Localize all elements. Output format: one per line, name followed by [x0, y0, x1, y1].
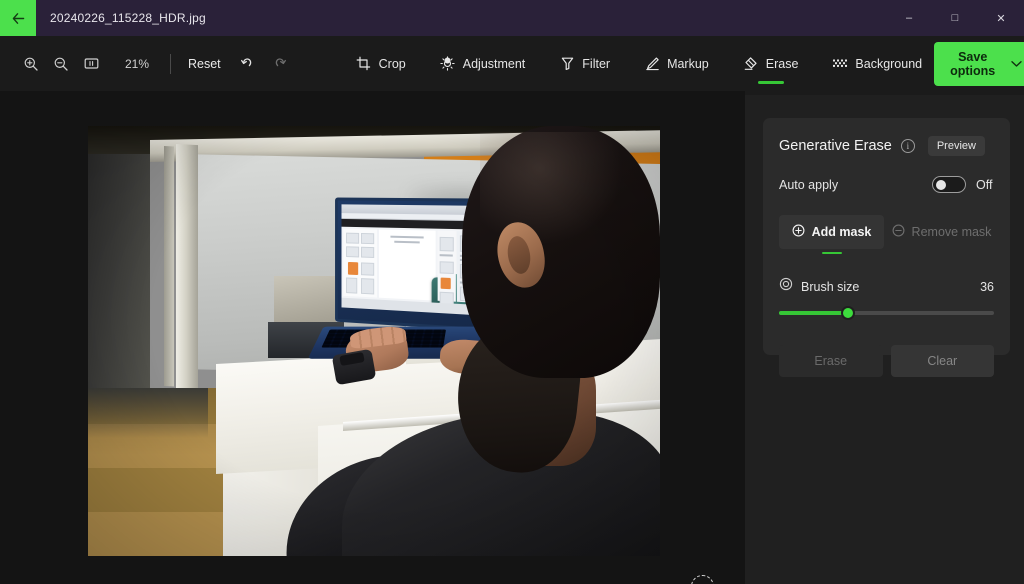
- auto-apply-row: Auto apply Off: [779, 176, 994, 193]
- remove-mask-label: Remove mask: [911, 225, 992, 239]
- save-options-button[interactable]: Save options: [934, 41, 1024, 86]
- info-icon[interactable]: i: [900, 139, 915, 153]
- mask-mode-buttons: Add mask Remove mask: [779, 215, 994, 249]
- tool-tab-label: Adjustment: [462, 56, 526, 71]
- tool-tab-markup[interactable]: Markup: [632, 49, 721, 79]
- zoom-in-button[interactable]: [16, 49, 46, 79]
- toolbar-divider: [170, 53, 171, 74]
- tool-tab-label: Filter: [582, 56, 611, 71]
- panel-title: Generative Erase: [779, 138, 892, 154]
- fit-to-window-button[interactable]: [76, 49, 106, 79]
- erase-button[interactable]: Erase: [779, 345, 883, 377]
- tool-tab-label: Markup: [667, 56, 709, 71]
- filter-icon: [559, 56, 575, 72]
- brush-size-label-wrap: Brush size: [779, 277, 859, 296]
- eraser-icon: [743, 56, 759, 72]
- tool-tab-label: Crop: [378, 56, 406, 71]
- panel-header: Generative Erase i Preview: [779, 136, 994, 156]
- brush-size-value: 36: [980, 279, 994, 294]
- undo-button[interactable]: [234, 50, 262, 78]
- generative-erase-panel: Generative Erase i Preview Auto apply Of…: [745, 95, 1024, 584]
- tool-tab-crop[interactable]: Crop: [344, 49, 418, 79]
- add-mask-label: Add mask: [811, 225, 872, 239]
- tool-tab-adjustment[interactable]: Adjustment: [428, 49, 538, 79]
- zoom-level-label: 21%: [124, 56, 150, 71]
- photo-site-left-column: [343, 228, 378, 298]
- auto-apply-state: Off: [976, 177, 993, 192]
- photo-wall-left: [88, 126, 150, 426]
- tool-tab-label: Background: [855, 56, 923, 71]
- photo-image[interactable]: [88, 126, 660, 556]
- background-icon: [832, 56, 848, 72]
- minus-circle-icon: [892, 224, 905, 240]
- save-options-label: Save options: [950, 49, 996, 78]
- auto-apply-label: Auto apply: [779, 177, 839, 192]
- tool-tab-background[interactable]: Background: [820, 49, 934, 79]
- brightness-icon: [440, 56, 456, 72]
- tool-tabs: Crop Adjustment Filter Markup Erase Back…: [344, 49, 934, 79]
- editor-toolbar: 21% Reset Crop Adjustment Filter Markup …: [0, 36, 1024, 91]
- crop-icon: [356, 56, 372, 72]
- fit-to-window-icon: [84, 58, 98, 69]
- photo-site-product-area: [378, 229, 467, 315]
- brush-cursor-icon: [691, 575, 714, 584]
- auto-apply-control: Off: [932, 176, 994, 193]
- title-bar: 20240226_115228_HDR.jpg – □ ✕: [0, 0, 1024, 36]
- plus-circle-icon: [792, 224, 805, 240]
- toggle-knob: [935, 179, 946, 190]
- brush-size-label: Brush size: [801, 279, 860, 294]
- redo-icon: [275, 58, 287, 67]
- brush-size-row: Brush size 36: [779, 277, 994, 296]
- photo-partition-edge-back: [164, 146, 174, 387]
- reset-button[interactable]: Reset: [179, 52, 230, 76]
- photo-site-mid-column: [437, 230, 456, 305]
- zoom-out-icon: [54, 57, 68, 71]
- maximize-button[interactable]: □: [932, 0, 978, 36]
- pen-icon: [644, 56, 660, 72]
- photo-site-navbar: [341, 218, 471, 230]
- window-controls: – □ ✕: [886, 0, 1024, 36]
- back-button[interactable]: [0, 0, 36, 36]
- photo-laptop-display: [341, 204, 471, 315]
- minimize-button[interactable]: –: [886, 0, 932, 36]
- toolbar-actions: Save options Cancel: [934, 41, 1024, 86]
- photo-partition-edge: [176, 144, 198, 396]
- brush-target-icon: [779, 277, 793, 296]
- zoom-in-icon: [24, 57, 38, 71]
- panel-action-buttons: Erase Clear: [779, 345, 994, 377]
- chevron-down-icon: [1011, 57, 1022, 71]
- photo-floor-shadow: [88, 388, 208, 438]
- generative-erase-card: Generative Erase i Preview Auto apply Of…: [763, 118, 1010, 377]
- clear-button[interactable]: Clear: [890, 345, 994, 377]
- photo-laptop-screen: [335, 197, 478, 331]
- preview-button[interactable]: Preview: [927, 136, 985, 156]
- tool-tab-filter[interactable]: Filter: [547, 49, 622, 79]
- tool-tab-erase[interactable]: Erase: [731, 49, 811, 79]
- zoom-out-button[interactable]: [46, 49, 76, 79]
- zoom-controls: 21% Reset: [0, 49, 294, 79]
- redo-button[interactable]: [266, 50, 294, 78]
- slider-fill: [779, 311, 848, 315]
- brush-size-slider[interactable]: [779, 306, 994, 320]
- undo-icon: [241, 58, 252, 67]
- add-mask-button[interactable]: Add mask: [779, 215, 884, 249]
- remove-mask-button[interactable]: Remove mask: [889, 215, 994, 249]
- window-title: 20240226_115228_HDR.jpg: [50, 11, 206, 25]
- image-canvas[interactable]: [0, 91, 745, 584]
- tool-tab-label: Erase: [765, 56, 799, 71]
- slider-thumb[interactable]: [840, 306, 855, 320]
- back-arrow-icon: [12, 12, 24, 24]
- close-button[interactable]: ✕: [978, 0, 1024, 36]
- auto-apply-toggle[interactable]: [932, 176, 966, 193]
